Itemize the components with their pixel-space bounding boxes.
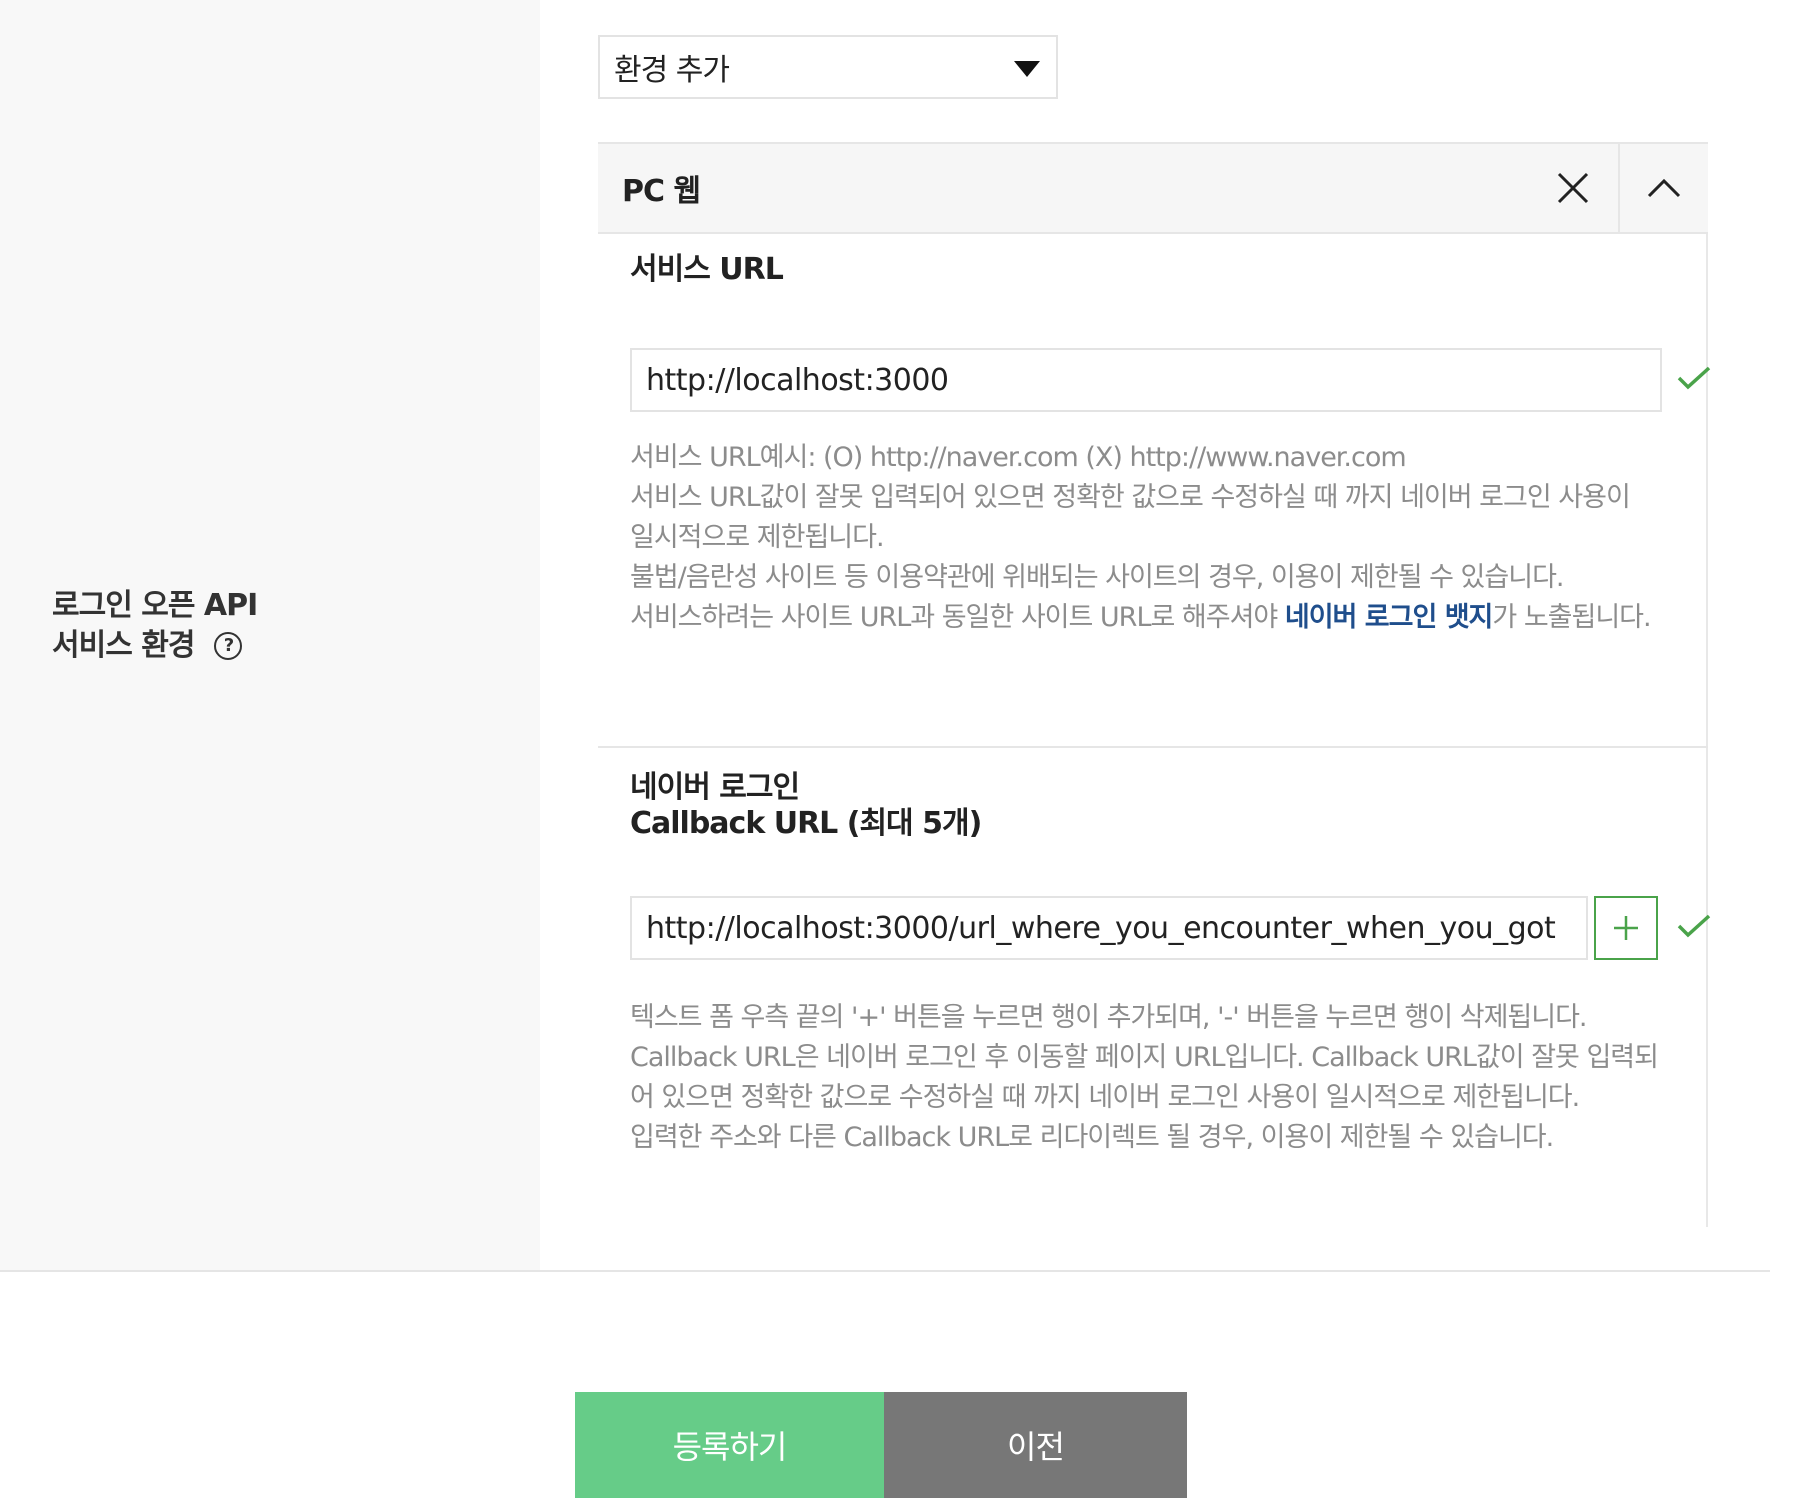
service-url-help-policy: 불법/음란성 사이트 등 이용약관에 위배되는 사이트의 경우, 이용이 제한될… [630,562,1565,593]
naver-login-badge-link[interactable]: 네이버 로그인 뱃지 [1285,602,1494,633]
chevron-up-icon [1647,178,1681,198]
previous-button[interactable]: 이전 [884,1392,1187,1498]
check-icon [1677,914,1711,938]
pc-web-panel: PC 웹 서비스 URL 서비스 URL예시: (O) http://naver… [598,142,1711,1227]
row-divider [0,1270,1770,1272]
service-url-help-warning: 서비스 URL값이 잘못 입력되어 있으면 정확한 값으로 수정하실 때 까지 … [630,482,1631,553]
service-url-help-badge-suffix: 가 노출됩니다. [1492,602,1651,633]
section-divider [598,746,1708,748]
plus-icon [1614,916,1638,940]
register-button[interactable]: 등록하기 [575,1392,884,1498]
add-callback-row-button[interactable] [1594,896,1658,960]
panel-header: PC 웹 [598,142,1708,234]
callback-url-title-line2: Callback URL (최대 5개) [630,806,982,841]
service-url-input[interactable] [630,348,1662,412]
panel-title: PC 웹 [622,174,701,209]
service-url-help-badge-text: 서비스하려는 사이트 URL과 동일한 사이트 URL로 해주셔야 [630,602,1285,633]
service-url-help-example: 서비스 URL예시: (O) http://naver.com (X) http… [630,442,1407,473]
row-label: 로그인 오픈 API 서비스 환경 ? [52,586,258,666]
remove-environment-button[interactable] [1528,144,1618,232]
collapse-panel-button[interactable] [1618,144,1708,232]
close-icon [1557,172,1589,204]
callback-url-help: 텍스트 폼 우측 끝의 '+' 버튼을 누르면 행이 추가되며, '-' 버튼을… [630,998,1660,1158]
callback-url-help-redirect: 입력한 주소와 다른 Callback URL로 리다이렉트 될 경우, 이용이… [630,1122,1554,1153]
environment-select[interactable]: 환경 추가 [598,35,1058,99]
row-label-line1: 로그인 오픈 API [52,588,258,623]
service-url-title: 서비스 URL [630,252,784,287]
callback-url-input[interactable] [630,896,1588,960]
row-label-line2: 서비스 환경 [52,628,195,663]
service-url-help: 서비스 URL예시: (O) http://naver.com (X) http… [630,438,1660,638]
callback-url-help-rows: 텍스트 폼 우측 끝의 '+' 버튼을 누르면 행이 추가되며, '-' 버튼을… [630,1002,1588,1033]
dropdown-caret-icon [1014,61,1040,77]
environment-select-value: 환경 추가 [614,53,730,88]
check-icon [1677,366,1711,390]
help-icon[interactable]: ? [214,632,243,660]
callback-url-title-line1: 네이버 로그인 [630,770,800,805]
callback-url-help-description: Callback URL은 네이버 로그인 후 이동할 페이지 URL입니다. … [630,1042,1659,1113]
callback-url-title: 네이버 로그인 Callback URL (최대 5개) [630,770,982,842]
